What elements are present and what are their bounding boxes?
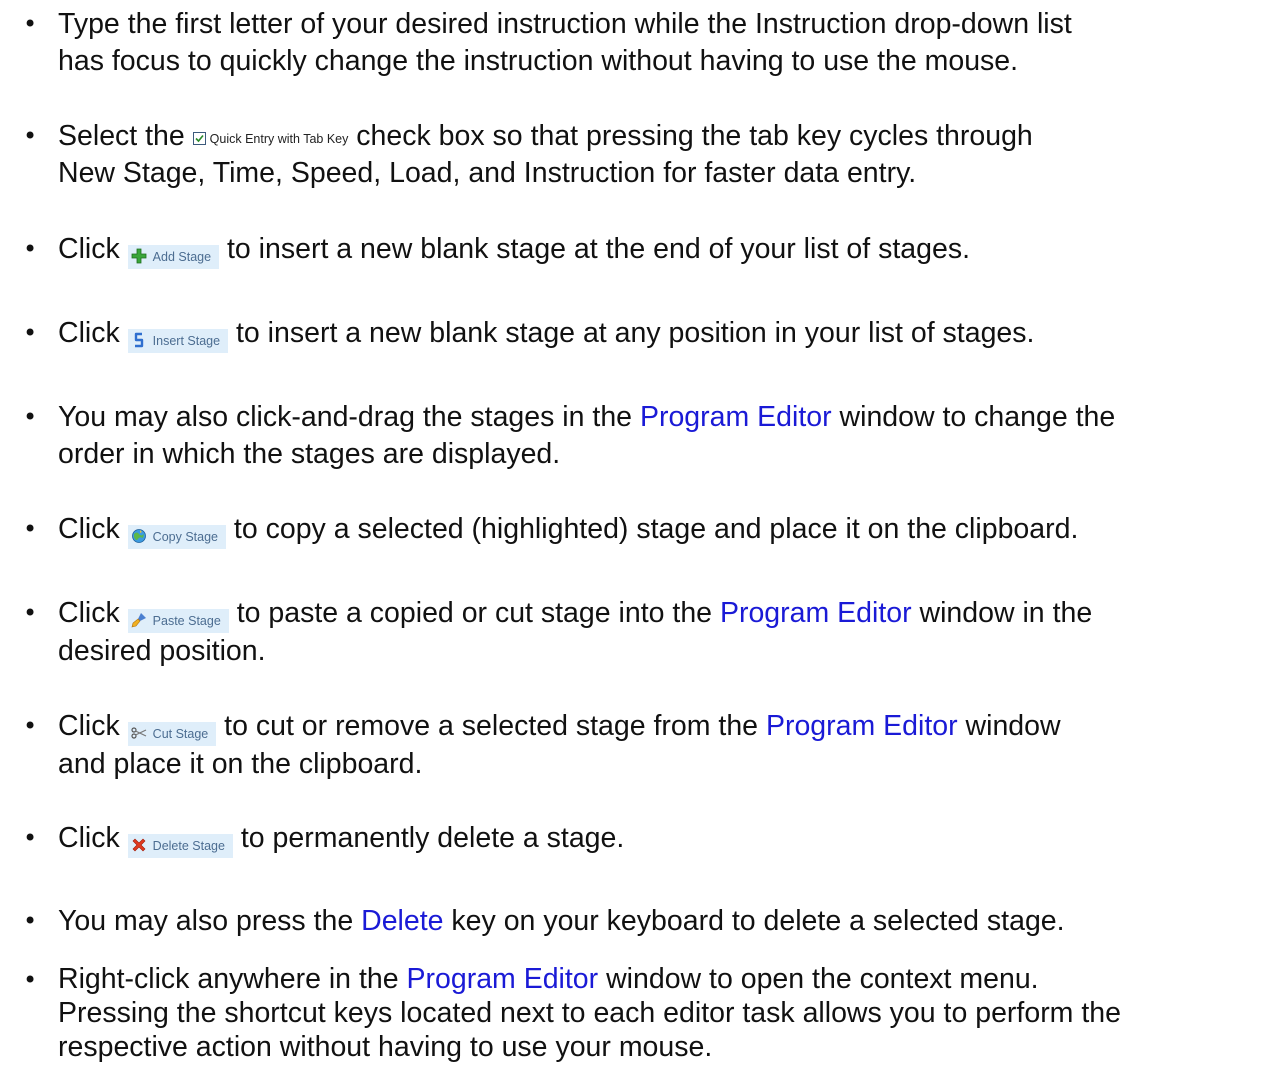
copy-globe-icon <box>131 528 147 544</box>
bullet: • <box>23 515 38 543</box>
program-editor-link[interactable]: Program Editor <box>766 710 958 742</box>
list-item-text: Click Paste Stage to paste a copied or c… <box>58 597 1093 667</box>
list-item-text: Click Delete Stage to permanently delete… <box>58 820 1270 858</box>
scissors-icon <box>131 725 147 741</box>
help-page: • Type the first letter of your desired … <box>0 0 1276 1074</box>
copy-stage-button[interactable]: Copy Stage <box>127 525 226 549</box>
program-editor-link[interactable]: Program Editor <box>407 963 599 995</box>
list-item-text: Click Insert Stage to insert a new blank… <box>58 315 1270 353</box>
paste-stage-button[interactable]: Paste Stage <box>127 609 229 633</box>
paste-brush-icon <box>131 612 147 628</box>
bullet: • <box>23 712 38 740</box>
list-item-text: You may also click-and-drag the stages i… <box>58 401 1116 470</box>
bullet: • <box>23 966 38 994</box>
list-item-text: You may also press the Delete key on you… <box>58 905 1065 937</box>
list-item-text: Click Cut Stage to cut or remove a selec… <box>58 710 1061 780</box>
add-stage-button[interactable]: Add Stage <box>127 245 220 269</box>
bullet: • <box>23 824 38 852</box>
list-item-text: Type the first letter of your desired in… <box>58 8 1072 77</box>
bullet: • <box>23 122 38 150</box>
bullet: • <box>23 403 38 431</box>
list-item-text: Click Copy Stage to copy a selected (hig… <box>58 511 1270 549</box>
insert-stage-button[interactable]: Insert Stage <box>127 329 229 353</box>
checkbox-checked-icon <box>192 132 206 145</box>
delete-stage-button[interactable]: Delete Stage <box>127 834 233 858</box>
insert-arrow-icon <box>131 332 147 348</box>
quick-entry-checkbox-label: Quick Entry with Tab Key <box>209 132 349 146</box>
delete-key-link[interactable]: Delete <box>361 905 443 937</box>
red-x-icon <box>131 837 147 853</box>
bullet: • <box>23 319 38 347</box>
cut-stage-button[interactable]: Cut Stage <box>127 722 217 746</box>
program-editor-link[interactable]: Program Editor <box>640 401 832 433</box>
bullet: • <box>23 599 38 627</box>
bullet: • <box>23 235 38 263</box>
green-plus-icon <box>131 248 147 264</box>
program-editor-link[interactable]: Program Editor <box>720 597 912 629</box>
bullet: • <box>23 907 38 935</box>
bullet: • <box>23 10 38 38</box>
list-item-text: Click Add Stage to insert a new blank st… <box>58 231 1270 269</box>
list-item-text: Select the Quick Entry with Tab Key chec… <box>58 120 1033 189</box>
list-item-text: Right-click anywhere in the Program Edit… <box>58 963 1121 1063</box>
quick-entry-checkbox[interactable]: Quick Entry with Tab Key <box>192 131 349 147</box>
